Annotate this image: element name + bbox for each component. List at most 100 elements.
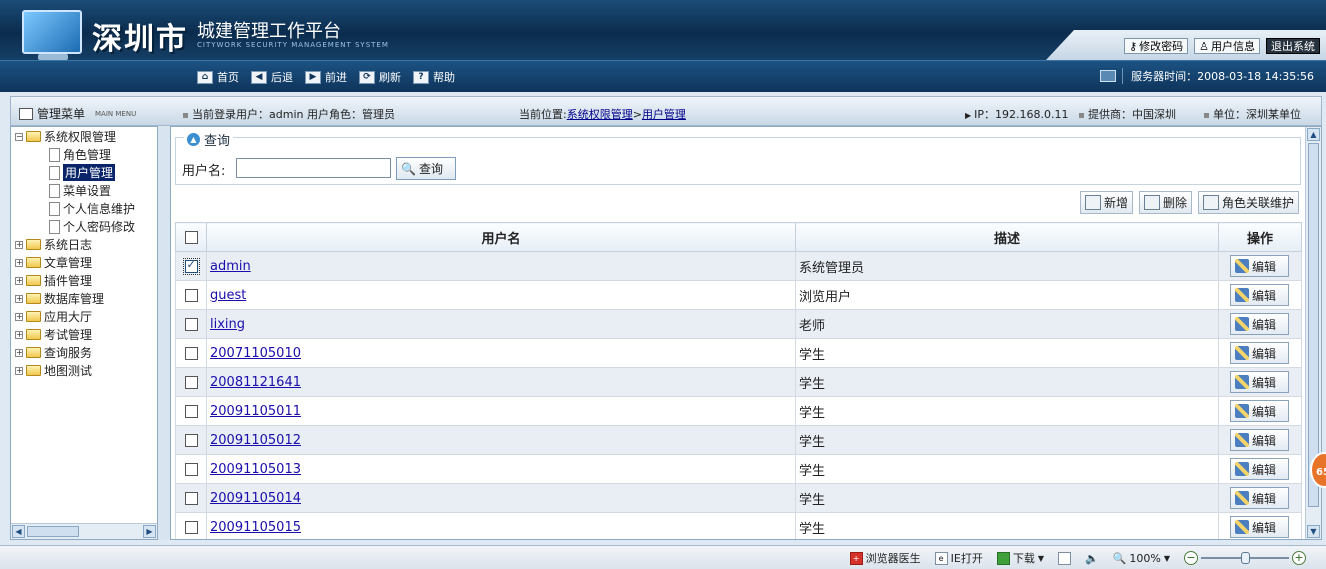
download-button[interactable]: 下载 ▼ xyxy=(996,550,1044,566)
username-link[interactable]: 20071105010 xyxy=(210,346,301,361)
expand-icon[interactable]: + xyxy=(15,312,23,321)
users-icon xyxy=(1202,195,1219,210)
row-checkbox[interactable] xyxy=(184,288,198,302)
row-checkbox[interactable] xyxy=(184,404,198,418)
tree-item-map-test[interactable]: + 地图测试 xyxy=(15,362,92,379)
row-checkbox[interactable] xyxy=(184,491,198,505)
expand-icon[interactable]: + xyxy=(15,348,23,357)
edit-button[interactable]: 编辑 xyxy=(1230,400,1289,422)
username-link[interactable]: 20091105013 xyxy=(210,462,301,477)
row-checkbox[interactable] xyxy=(184,462,198,476)
username-link[interactable]: guest xyxy=(210,288,246,303)
user-info-button[interactable]: ♙ 用户信息 xyxy=(1194,38,1260,54)
expand-icon[interactable]: + xyxy=(15,258,23,267)
username-search-input[interactable] xyxy=(236,158,391,178)
tree-item-system-log[interactable]: + 系统日志 xyxy=(15,236,92,253)
action-cell: 编辑 xyxy=(1218,338,1302,368)
role-link-button[interactable]: 角色关联维护 xyxy=(1197,191,1299,214)
scroll-left-icon[interactable]: ◀ xyxy=(12,525,25,538)
nav-refresh-button[interactable]: ⟳ 刷新 xyxy=(359,69,401,85)
collapse-icon[interactable]: − xyxy=(15,132,23,141)
zoom-in-icon[interactable]: + xyxy=(1292,551,1306,565)
table-header-row: 用户名 描述 操作 xyxy=(175,222,1302,252)
add-button[interactable]: 新增 xyxy=(1079,191,1133,214)
delete-button[interactable]: 删除 xyxy=(1138,191,1192,214)
edit-button[interactable]: 编辑 xyxy=(1230,313,1289,335)
username-link[interactable]: lixing xyxy=(210,317,245,332)
scroll-down-icon[interactable]: ▼ xyxy=(1307,525,1320,538)
edit-button[interactable]: 编辑 xyxy=(1230,255,1289,277)
expand-icon[interactable]: + xyxy=(15,240,23,249)
expand-icon[interactable]: + xyxy=(15,330,23,339)
expand-icon[interactable]: + xyxy=(15,366,23,375)
refresh-icon: ⟳ xyxy=(359,70,375,84)
tree-item-personal-info[interactable]: 个人信息维护 xyxy=(49,200,135,217)
zoom-out-icon[interactable]: − xyxy=(1184,551,1198,565)
breadcrumb-parent-link[interactable]: 系统权限管理 xyxy=(567,108,633,121)
tree-item-app-hall[interactable]: + 应用大厅 xyxy=(15,308,92,325)
edit-button[interactable]: 编辑 xyxy=(1230,458,1289,480)
tree-item-system-permission[interactable]: − 系统权限管理 xyxy=(15,128,116,145)
nav-home-button[interactable]: ⌂ 首页 xyxy=(197,69,239,85)
edit-button[interactable]: 编辑 xyxy=(1230,371,1289,393)
scroll-thumb[interactable] xyxy=(27,526,79,537)
scroll-up-icon[interactable]: ▲ xyxy=(1307,128,1320,141)
ie-icon: e xyxy=(934,551,948,565)
ie-open-button[interactable]: e IE打开 xyxy=(934,550,983,566)
row-checkbox[interactable] xyxy=(184,375,198,389)
edit-button[interactable]: 编辑 xyxy=(1230,516,1289,538)
tree-item-role-management[interactable]: 角色管理 xyxy=(49,146,111,163)
select-all-checkbox[interactable] xyxy=(184,230,198,244)
username-link[interactable]: 20091105015 xyxy=(210,520,301,535)
username-link[interactable]: 20091105011 xyxy=(210,404,301,419)
info-bar: 管理菜单 MAIN MENU 当前登录用户：admin 用户角色：管理员 当前位… xyxy=(10,96,1322,126)
zoom-slider[interactable] xyxy=(1201,552,1289,564)
row-checkbox[interactable] xyxy=(182,257,200,275)
edit-button[interactable]: 编辑 xyxy=(1230,487,1289,509)
sidebar-horizontal-scrollbar[interactable]: ◀ ▶ xyxy=(11,523,157,539)
tree-item-exams[interactable]: + 考试管理 xyxy=(15,326,92,343)
change-password-button[interactable]: ⚷ 修改密码 xyxy=(1124,38,1189,54)
username-link[interactable]: 20081121641 xyxy=(210,375,301,390)
username-link[interactable]: admin xyxy=(210,259,251,274)
sound-button[interactable]: 🔈 xyxy=(1085,552,1099,565)
tree-item-menu-settings[interactable]: 菜单设置 xyxy=(49,182,111,199)
expand-icon[interactable]: + xyxy=(15,294,23,303)
breadcrumb-current-link[interactable]: 用户管理 xyxy=(642,108,686,121)
row-checkbox[interactable] xyxy=(184,520,198,534)
row-checkbox[interactable] xyxy=(184,346,198,360)
edit-button[interactable]: 编辑 xyxy=(1230,342,1289,364)
tree-item-articles[interactable]: + 文章管理 xyxy=(15,254,92,271)
nav-back-button[interactable]: ◀ 后退 xyxy=(251,69,293,85)
nav-forward-button[interactable]: ▶ 前进 xyxy=(305,69,347,85)
browser-doctor-button[interactable]: + 浏览器医生 xyxy=(849,550,921,566)
expand-icon[interactable]: + xyxy=(15,276,23,285)
zoom-dropdown[interactable]: 🔍 100% ▼ xyxy=(1113,552,1170,565)
logout-button[interactable]: 退出系统 xyxy=(1266,38,1320,54)
tree-item-user-management[interactable]: 用户管理 xyxy=(49,164,116,181)
unit-info: 单位：深圳某单位 xyxy=(1204,106,1301,122)
description-cell: 学生 xyxy=(795,367,1219,397)
folder-icon xyxy=(26,293,41,304)
query-button[interactable]: 🔍 查询 xyxy=(396,157,456,180)
username-link[interactable]: 20091105014 xyxy=(210,491,301,506)
tree-item-password-change[interactable]: 个人密码修改 xyxy=(49,218,135,235)
sidebar-splitter[interactable] xyxy=(158,126,170,540)
row-checkbox[interactable] xyxy=(184,433,198,447)
nav-help-button[interactable]: ? 帮助 xyxy=(413,69,455,85)
tree-item-database[interactable]: + 数据库管理 xyxy=(15,290,104,307)
info-circle-icon: ▲ xyxy=(187,133,200,146)
scroll-right-icon[interactable]: ▶ xyxy=(143,525,156,538)
edit-button[interactable]: 编辑 xyxy=(1230,284,1289,306)
window-button[interactable] xyxy=(1057,551,1071,565)
username-link[interactable]: 20091105012 xyxy=(210,433,301,448)
zoom-slider-knob[interactable] xyxy=(1241,552,1250,564)
edit-button[interactable]: 编辑 xyxy=(1230,429,1289,451)
description-cell: 系统管理员 xyxy=(795,251,1219,281)
back-icon: ◀ xyxy=(251,70,267,84)
trash-icon xyxy=(1143,195,1160,210)
scroll-thumb[interactable] xyxy=(1308,143,1319,507)
tree-item-query-service[interactable]: + 查询服务 xyxy=(15,344,92,361)
row-checkbox[interactable] xyxy=(184,317,198,331)
tree-item-plugins[interactable]: + 插件管理 xyxy=(15,272,92,289)
